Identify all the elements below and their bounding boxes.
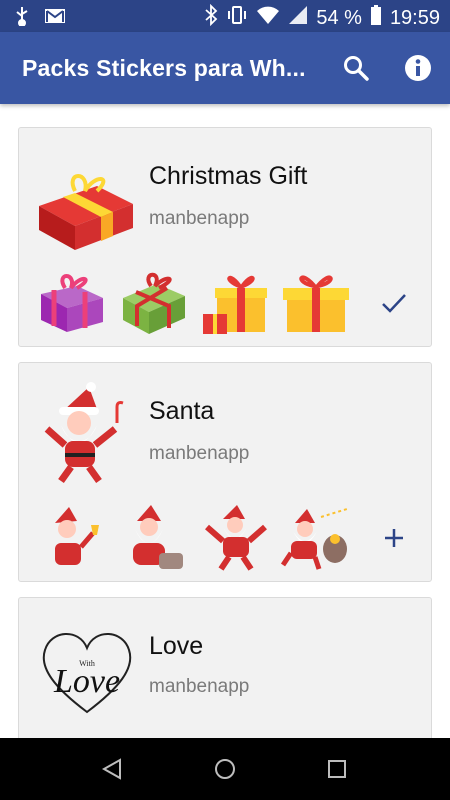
page-title: Packs Stickers para Wh... bbox=[22, 55, 306, 81]
add-icon[interactable] bbox=[379, 523, 409, 553]
purple-gift-icon bbox=[37, 266, 107, 336]
wifi-icon bbox=[256, 5, 280, 31]
vibrate-icon bbox=[226, 4, 248, 32]
navigation-bar bbox=[0, 738, 450, 800]
pack-card-santa[interactable]: Santa manbenapp bbox=[18, 362, 432, 582]
home-icon[interactable] bbox=[212, 756, 238, 782]
battery-percent: 54 % bbox=[316, 7, 362, 29]
santa-sack-icon bbox=[119, 503, 189, 573]
pack-title: Christmas Gift bbox=[149, 162, 308, 190]
pack-author: manbenapp bbox=[149, 676, 250, 697]
app-bar: Packs Stickers para Wh... bbox=[0, 32, 450, 104]
yellow-gifts-icon bbox=[201, 266, 271, 336]
pack-card-christmas-gift[interactable]: Christmas Gift manbenapp bbox=[18, 127, 432, 347]
pack-card-love[interactable]: With Love Love manbenapp bbox=[18, 597, 432, 738]
love-logo-text: Love bbox=[53, 663, 120, 700]
search-icon[interactable] bbox=[342, 54, 370, 82]
yellow-gift-icon bbox=[281, 266, 351, 336]
santa-cheer-icon bbox=[201, 503, 271, 573]
bluetooth-icon bbox=[204, 3, 218, 32]
signal-icon bbox=[288, 5, 308, 31]
pack-author: manbenapp bbox=[149, 443, 250, 464]
santa-bell-icon bbox=[37, 503, 107, 573]
back-icon[interactable] bbox=[100, 756, 126, 782]
green-gift-icon bbox=[119, 266, 189, 336]
love-heart-icon: With Love bbox=[35, 616, 139, 720]
red-gift-box-icon bbox=[35, 146, 139, 250]
santa-sleigh-icon bbox=[280, 503, 351, 573]
santa-dancing-icon bbox=[35, 381, 139, 485]
usb-icon bbox=[14, 6, 30, 31]
check-icon[interactable] bbox=[379, 288, 409, 318]
pack-list: Christmas Gift manbenapp Santa manbenapp… bbox=[0, 104, 450, 738]
status-bar: 54 % 19:59 bbox=[0, 0, 450, 32]
pack-title: Love bbox=[149, 632, 204, 660]
recents-icon[interactable] bbox=[324, 756, 350, 782]
gmail-icon bbox=[44, 8, 66, 29]
battery-icon bbox=[370, 4, 382, 32]
info-icon[interactable] bbox=[403, 53, 433, 83]
clock: 19:59 bbox=[389, 7, 440, 29]
pack-title: Santa bbox=[149, 397, 215, 425]
pack-author: manbenapp bbox=[149, 208, 250, 229]
